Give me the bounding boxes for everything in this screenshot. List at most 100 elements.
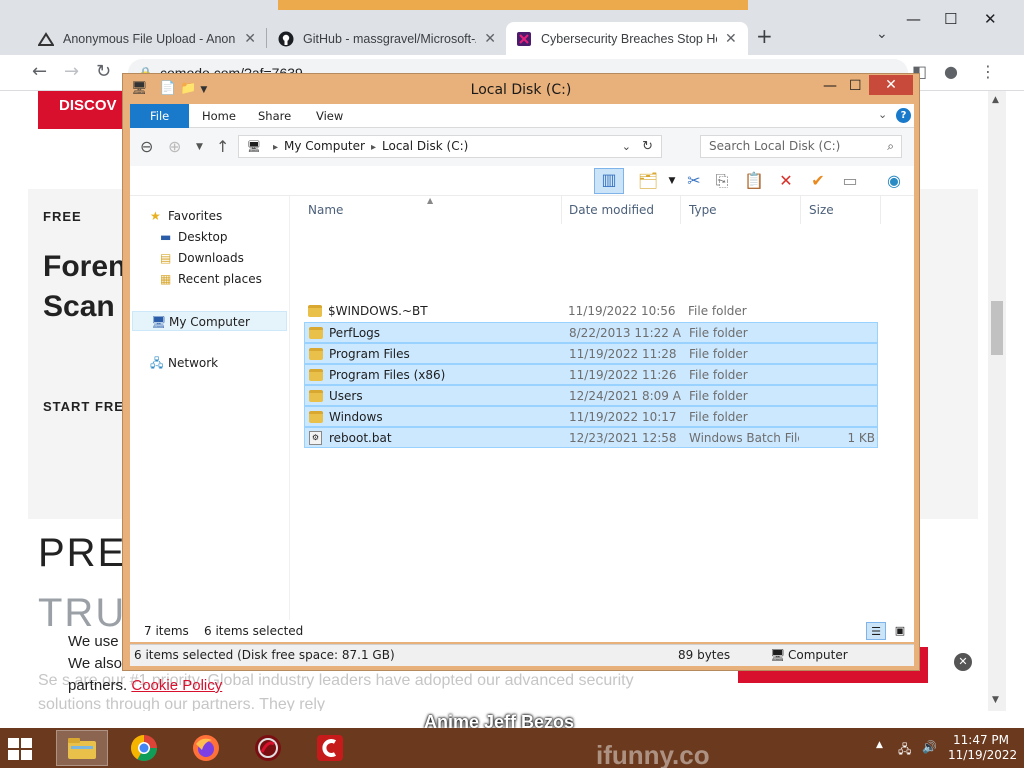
ifunny-watermark: ifunny.co: [596, 740, 710, 770]
scrollbar-thumb[interactable]: [991, 301, 1003, 355]
tab-github[interactable]: GitHub - massgravel/Microsoft-Activation…: [268, 22, 506, 55]
tab-share[interactable]: Share: [244, 104, 305, 128]
rename-icon[interactable]: ▭: [838, 170, 862, 192]
file-row[interactable]: Windows 11/19/2022 10:17 ... File folder: [304, 406, 878, 427]
tab-anonfiles[interactable]: Anonymous File Upload - AnonFiles ✕: [28, 22, 266, 55]
organize-icon[interactable]: 🗂: [636, 170, 660, 192]
minimize-icon[interactable]: —: [906, 10, 921, 28]
large-icons-view-icon[interactable]: ▣: [890, 622, 910, 640]
nav-desktop[interactable]: ▬ Desktop: [160, 227, 228, 247]
cookie-close-icon[interactable]: ✕: [954, 653, 972, 671]
file-row[interactable]: Users 12/24/2021 8:09 AM File folder: [304, 385, 878, 406]
tab-view[interactable]: View: [302, 104, 357, 128]
file-row[interactable]: Program Files 11/19/2022 11:28 ... File …: [304, 343, 878, 364]
details-view-icon[interactable]: ☰: [866, 622, 886, 640]
close-window-icon[interactable]: ✕: [984, 10, 997, 28]
start-free-link[interactable]: START FRE: [43, 399, 124, 414]
windows-start-icon[interactable]: [8, 738, 32, 760]
up-icon[interactable]: ↑: [216, 137, 229, 156]
nav-downloads[interactable]: ▤ Downloads: [160, 248, 244, 268]
close-icon[interactable]: ✕: [484, 31, 496, 47]
tab-home[interactable]: Home: [188, 104, 250, 128]
file-date: 8/22/2013 11:22 AM: [569, 326, 681, 340]
profile-icon[interactable]: ●: [944, 62, 958, 81]
file-type: File folder: [689, 368, 748, 382]
back-icon[interactable]: ←: [32, 61, 47, 82]
file-type: File folder: [689, 347, 748, 361]
network-globe-icon[interactable]: ◉: [882, 170, 906, 192]
column-header-size[interactable]: Size: [801, 196, 881, 224]
folder-icon: [308, 304, 324, 318]
back-icon[interactable]: ⊖: [140, 137, 153, 156]
firefox-taskbar-icon[interactable]: [180, 730, 232, 766]
maximize-icon[interactable]: ☐: [849, 78, 862, 94]
breadcrumb-item[interactable]: My Computer: [284, 139, 365, 153]
nav-my-computer[interactable]: 🖥 My Computer: [132, 311, 287, 331]
network-tray-icon[interactable]: 🖧: [898, 740, 911, 761]
breadcrumb[interactable]: 🖥 ▸ My Computer ▸ Local Disk (C:) ⌄ ↻: [238, 135, 662, 158]
nav-recent-places[interactable]: ▦ Recent places: [160, 269, 262, 289]
copy-icon[interactable]: ⎘: [710, 170, 734, 192]
file-explorer-taskbar-icon[interactable]: [56, 730, 108, 766]
delete-icon[interactable]: ✕: [774, 170, 798, 192]
volume-icon[interactable]: 🔊: [922, 740, 937, 754]
close-icon[interactable]: ✕: [725, 31, 737, 47]
chevron-down-icon[interactable]: ▼: [660, 170, 684, 192]
search-placeholder: Search Local Disk (C:): [709, 139, 841, 153]
maximize-icon[interactable]: ☐: [944, 10, 957, 28]
address-dropdown-icon[interactable]: ⌄: [622, 136, 631, 157]
paste-icon[interactable]: 📋: [742, 170, 766, 192]
folder-icon: [309, 326, 325, 340]
file-type: Windows Batch File: [689, 431, 799, 445]
tab-title: Cybersecurity Breaches Stop Here: [541, 31, 717, 46]
scroll-down-icon[interactable]: ▼: [992, 695, 999, 705]
chrome-taskbar-icon[interactable]: [118, 730, 170, 766]
column-header-type[interactable]: Type: [681, 196, 801, 224]
close-icon[interactable]: ✕: [244, 31, 256, 47]
page-scrollbar[interactable]: ▲ ▼: [988, 91, 1006, 711]
column-header-name[interactable]: Name: [300, 196, 562, 224]
file-type: File folder: [689, 389, 748, 403]
file-date: 11/19/2022 10:56 ...: [568, 304, 680, 318]
network-icon: 🖧: [150, 356, 164, 370]
file-row[interactable]: $WINDOWS.~BT 11/19/2022 10:56 ... File f…: [304, 301, 878, 322]
nav-favorites[interactable]: ★ Favorites: [150, 206, 222, 226]
nav-label: Favorites: [168, 209, 223, 223]
minimize-icon[interactable]: —: [823, 78, 837, 94]
properties-check-icon[interactable]: ✔: [806, 170, 830, 192]
preview-pane-icon[interactable]: ▥: [594, 168, 624, 194]
ribbon-expand-icon[interactable]: ⌄: [878, 108, 887, 121]
file-row[interactable]: Program Files (x86) 11/19/2022 11:26 ...…: [304, 364, 878, 385]
explorer-title-bar[interactable]: 🖥 📄 📁 ▼ Local Disk (C:) — ☐ ✕: [123, 74, 919, 104]
tray-expand-icon[interactable]: ▲: [876, 740, 883, 750]
nav-network[interactable]: 🖧 Network: [150, 353, 218, 373]
search-input[interactable]: Search Local Disk (C:) ⌕: [700, 135, 902, 158]
help-icon[interactable]: ?: [896, 108, 911, 123]
file-row[interactable]: PerfLogs 8/22/2013 11:22 AM File folder: [304, 322, 878, 343]
chevron-right-icon[interactable]: ▸: [273, 142, 278, 153]
recent-locations-icon[interactable]: ▼: [196, 142, 203, 152]
tab-comodo[interactable]: Cybersecurity Breaches Stop Here ✕: [506, 22, 748, 55]
column-header-date[interactable]: Date modified: [561, 196, 681, 224]
forward-icon[interactable]: ⊕: [168, 137, 181, 156]
taskbar-clock[interactable]: 11:47 PM 11/19/2022: [948, 733, 1017, 763]
comodo-dragon-taskbar-icon[interactable]: [242, 730, 294, 766]
file-name: $WINDOWS.~BT: [328, 304, 428, 318]
chevron-right-icon[interactable]: ▸: [371, 142, 376, 153]
forward-icon[interactable]: →: [64, 61, 79, 82]
tab-search-icon[interactable]: ⌄: [876, 26, 888, 42]
scroll-up-icon[interactable]: ▲: [992, 95, 999, 105]
file-row[interactable]: ⚙ reboot.bat 12/23/2021 12:58 ... Window…: [304, 427, 878, 448]
breadcrumb-item[interactable]: Local Disk (C:): [382, 139, 468, 153]
comodo-security-taskbar-icon[interactable]: [304, 730, 356, 766]
item-count: 7 items: [144, 624, 189, 638]
browser-tab-strip: Anonymous File Upload - AnonFiles ✕ GitH…: [0, 0, 1024, 55]
close-icon[interactable]: ✕: [869, 75, 913, 95]
cut-icon[interactable]: ✂: [682, 170, 706, 192]
refresh-icon[interactable]: ↻: [642, 136, 653, 157]
menu-icon[interactable]: ⋮: [980, 62, 996, 81]
tab-file[interactable]: File: [130, 104, 190, 128]
reload-icon[interactable]: ↻: [96, 61, 111, 82]
cookie-policy-link[interactable]: Cookie Policy: [131, 677, 222, 694]
new-tab-button[interactable]: +: [756, 24, 773, 48]
